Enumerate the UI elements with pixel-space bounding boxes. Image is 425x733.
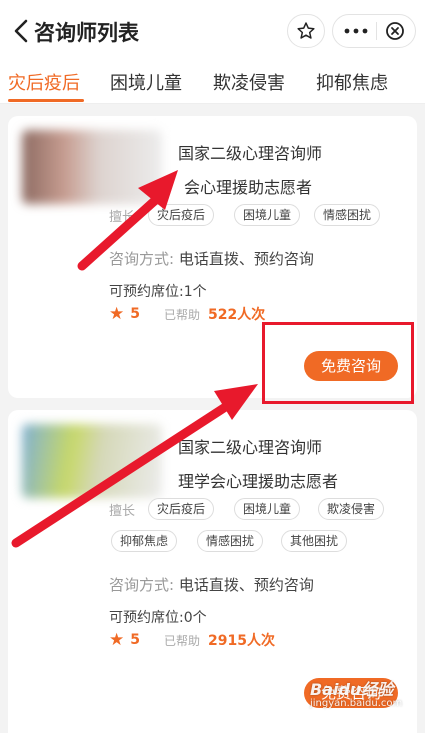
annotation-arrows [11, 170, 258, 548]
watermark-url: jingyan.baidu.com [310, 698, 403, 709]
annotation-arrow-1-head [138, 170, 178, 210]
annotation-arrow-1-shaft [77, 191, 165, 271]
watermark-brand: Baidu经验 [310, 680, 394, 699]
annotation-arrow-2-shaft [11, 399, 235, 548]
baidu-watermark: Baidu经验 jingyan.baidu.com [306, 676, 420, 716]
